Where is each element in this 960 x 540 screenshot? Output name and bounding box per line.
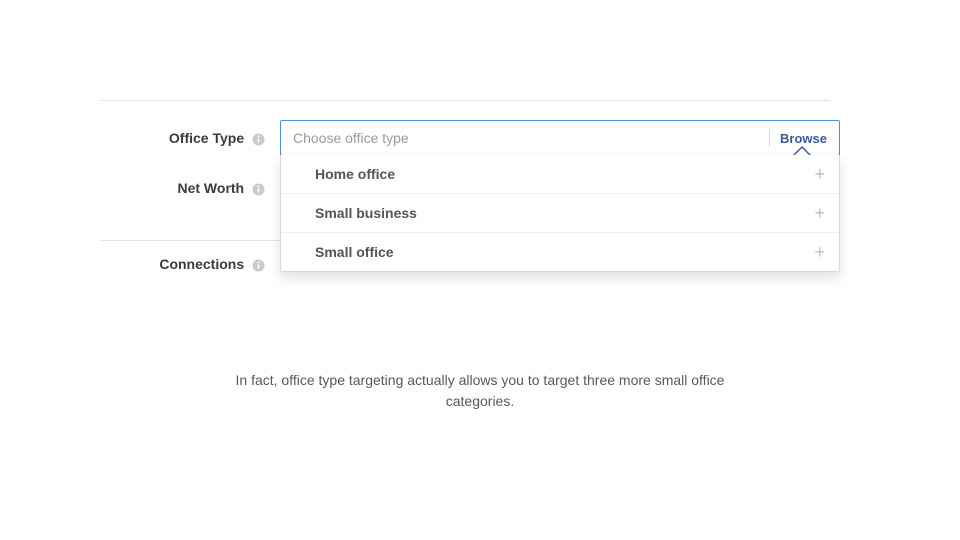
input-divider <box>769 129 770 147</box>
browse-link[interactable]: Browse <box>780 131 827 146</box>
office-type-dropdown: Home office + Small business + Small off… <box>280 155 840 272</box>
info-icon[interactable] <box>252 133 265 146</box>
net-worth-label: Net Worth <box>100 180 265 196</box>
dropdown-item-small-business[interactable]: Small business + <box>281 193 839 232</box>
dropdown-item-small-office[interactable]: Small office + <box>281 232 839 271</box>
dropdown-item-label: Small office <box>315 244 394 260</box>
info-icon[interactable] <box>252 183 265 196</box>
info-icon[interactable] <box>252 259 265 272</box>
dropdown-item-home-office[interactable]: Home office + <box>281 155 839 193</box>
caption-line-2: categories. <box>446 393 514 409</box>
connections-label: Connections <box>100 256 265 272</box>
dropdown-item-label: Small business <box>315 205 417 221</box>
plus-icon[interactable]: + <box>814 243 825 261</box>
net-worth-label-text: Net Worth <box>177 180 244 196</box>
section-divider-top <box>100 100 830 101</box>
plus-icon[interactable]: + <box>814 165 825 183</box>
office-type-label: Office Type <box>100 130 265 146</box>
dropdown-caret-icon-inner <box>795 148 809 155</box>
caption-line-1: In fact, office type targeting actually … <box>236 372 725 388</box>
office-type-label-text: Office Type <box>169 130 244 146</box>
office-type-input[interactable]: Choose office type Browse <box>280 120 840 156</box>
connections-label-text: Connections <box>159 256 244 272</box>
caption-text: In fact, office type targeting actually … <box>0 370 960 412</box>
office-type-placeholder: Choose office type <box>293 130 759 146</box>
plus-icon[interactable]: + <box>814 204 825 222</box>
dropdown-item-label: Home office <box>315 166 395 182</box>
